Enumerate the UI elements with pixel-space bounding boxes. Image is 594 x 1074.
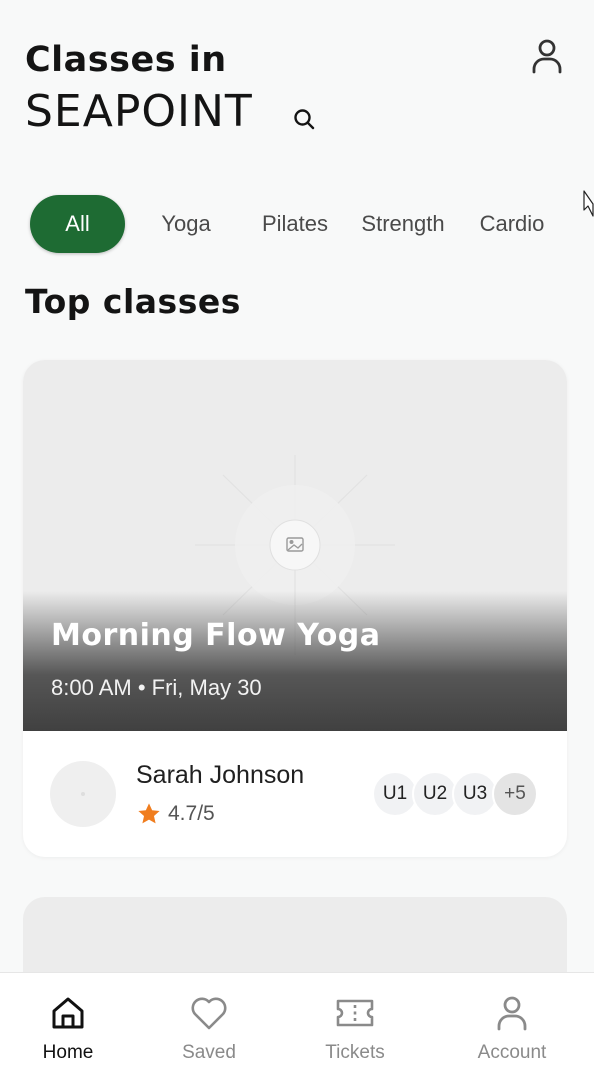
ticket-icon xyxy=(336,999,374,1027)
search-icon xyxy=(294,109,315,130)
star-icon xyxy=(138,803,160,824)
filter-chip-cardio[interactable]: Cardio xyxy=(468,195,556,253)
page-title: Classes in xyxy=(25,40,227,80)
nav-home[interactable]: Home xyxy=(8,973,128,1073)
class-title: Morning Flow Yoga xyxy=(51,618,381,653)
nav-saved-label: Saved xyxy=(182,1042,236,1063)
class-time: 8:00 AM • Fri, May 30 xyxy=(51,675,262,700)
nav-saved[interactable]: Saved xyxy=(149,973,269,1073)
image-overlay xyxy=(23,591,567,731)
home-icon xyxy=(52,997,84,1029)
filter-chip-all[interactable]: All xyxy=(30,195,125,253)
nav-home-label: Home xyxy=(42,1042,94,1063)
mouse-cursor-icon xyxy=(583,190,594,217)
category-filters: All Yoga Pilates Strength Cardio xyxy=(30,195,570,253)
nav-tickets-label: Tickets xyxy=(325,1042,385,1063)
search-button[interactable] xyxy=(291,106,317,132)
header: Classes in SEAPOINT xyxy=(25,36,570,146)
instructor-name[interactable]: Sarah Johnson xyxy=(136,761,304,790)
class-image[interactable]: Morning Flow Yoga 8:00 AM • Fri, May 30 xyxy=(23,360,567,731)
rating-value: 4.7/5 xyxy=(168,802,215,825)
instructor-row: Sarah Johnson 4.7/5 U1 U2 U3 +5 xyxy=(23,731,567,857)
location-name[interactable]: SEAPOINT xyxy=(25,86,253,137)
attendee-avatars[interactable]: U1 U2 U3 +5 xyxy=(372,771,542,817)
bottom-nav: Home Saved Tickets Account xyxy=(0,972,594,1074)
class-card[interactable]: Morning Flow Yoga 8:00 AM • Fri, May 30 … xyxy=(23,360,567,857)
instructor-avatar[interactable] xyxy=(50,761,116,827)
profile-button[interactable] xyxy=(529,36,565,76)
filter-chip-pilates[interactable]: Pilates xyxy=(250,195,340,253)
filter-chip-yoga[interactable]: Yoga xyxy=(141,195,231,253)
user-icon xyxy=(532,39,562,74)
section-title: Top classes xyxy=(25,282,241,321)
nav-tickets[interactable]: Tickets xyxy=(295,973,415,1073)
heart-icon xyxy=(191,997,227,1030)
instructor-rating: 4.7/5 xyxy=(136,801,215,827)
nav-account[interactable]: Account xyxy=(452,973,572,1073)
user-icon xyxy=(497,996,527,1031)
nav-account-label: Account xyxy=(477,1042,547,1063)
attendee-more-count: +5 xyxy=(492,771,538,817)
filter-chip-strength[interactable]: Strength xyxy=(353,195,453,253)
